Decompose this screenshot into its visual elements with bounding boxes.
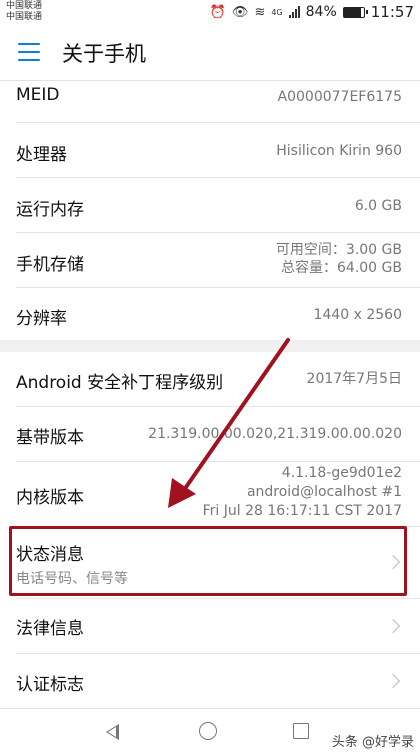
processor-value: Hisilicon Kirin 960 xyxy=(276,143,402,159)
chevron-right-icon xyxy=(385,618,401,634)
ram-label: 运行内存 xyxy=(16,200,84,220)
app-bar: 关于手机 xyxy=(0,24,420,81)
resolution-value: 1440 x 2560 xyxy=(313,307,402,323)
baseband-label: 基带版本 xyxy=(16,428,84,448)
certification-label: 认证标志 xyxy=(16,675,84,695)
clock: 11:57 xyxy=(370,3,414,21)
chevron-right-icon xyxy=(385,554,401,570)
security-patch-value: 2017年7月5日 xyxy=(306,371,402,387)
storage-total: 总容量：64.00 GB xyxy=(281,260,402,276)
carrier-names: 中国联通 中国联通 xyxy=(6,1,42,23)
legal-info-item[interactable]: 法律信息 xyxy=(0,599,420,653)
divider xyxy=(16,526,420,527)
info-row-baseband: 基带版本 21.319.00.00.020,21.319.00.00.020 xyxy=(0,407,420,461)
kernel-line-3: Fri Jul 28 16:17:11 CST 2017 xyxy=(202,503,402,519)
back-icon[interactable] xyxy=(106,724,119,740)
home-icon[interactable] xyxy=(199,722,217,740)
battery-icon xyxy=(342,6,368,18)
wifi-icon: ≋ xyxy=(254,4,266,20)
watermark-text: 头条 @好学录 xyxy=(331,735,414,750)
hamburger-menu-icon[interactable] xyxy=(18,43,40,61)
storage-label: 手机存储 xyxy=(16,255,84,275)
alarm-icon: ⏰ xyxy=(209,4,226,20)
storage-value: 可用空间：3.00 GB 总容量：64.00 GB xyxy=(276,241,402,277)
status-icons: ⏰ 👁 ≋ 4G 84% 11:57 xyxy=(210,0,414,24)
kernel-line-1: 4.1.18-ge9d01e2 xyxy=(281,465,402,481)
legal-info-label: 法律信息 xyxy=(16,619,84,639)
carrier-1: 中国联通 xyxy=(6,1,43,11)
status-info-sublabel: 电话号码、信号等 xyxy=(16,571,128,587)
processor-label: 处理器 xyxy=(16,145,67,165)
meid-value: A0000077EF6175 xyxy=(277,89,402,105)
meid-label: MEID xyxy=(16,85,60,105)
network-type: 4G xyxy=(271,7,283,17)
resolution-label: 分辨率 xyxy=(16,309,67,329)
status-info-item[interactable]: 状态消息 电话号码、信号等 xyxy=(0,528,420,594)
info-row-ram: 运行内存 6.0 GB xyxy=(0,178,420,232)
page-title: 关于手机 xyxy=(62,42,146,66)
eye-icon: 👁 xyxy=(231,4,249,20)
info-row-storage: 手机存储 可用空间：3.00 GB 总容量：64.00 GB xyxy=(0,233,420,287)
ram-value: 6.0 GB xyxy=(354,198,402,214)
certification-item[interactable]: 认证标志 xyxy=(0,654,420,708)
device-info-card: MEID A0000077EF6175 处理器 Hisilicon Kirin … xyxy=(0,81,420,340)
software-info-card: Android 安全补丁程序级别 2017年7月5日 基带版本 21.319.0… xyxy=(0,352,420,708)
signal-icon xyxy=(288,6,300,18)
carrier-2: 中国联通 xyxy=(6,12,43,22)
navigation-bar: 头条 @好学录 xyxy=(0,708,420,755)
info-row-security-patch: Android 安全补丁程序级别 2017年7月5日 xyxy=(0,352,420,406)
kernel-label: 内核版本 xyxy=(16,488,84,508)
baseband-value: 21.319.00.00.020,21.319.00.00.020 xyxy=(148,426,402,442)
battery-percent: 84% xyxy=(305,4,337,20)
info-row-kernel: 内核版本 4.1.18-ge9d01e2 android@localhost #… xyxy=(0,462,420,526)
storage-available: 可用空间：3.00 GB xyxy=(275,242,402,258)
info-row-processor: 处理器 Hisilicon Kirin 960 xyxy=(0,123,420,177)
info-row-resolution: 分辨率 1440 x 2560 xyxy=(0,288,420,340)
status-info-label: 状态消息 xyxy=(16,545,84,565)
kernel-line-2: android@localhost #1 xyxy=(246,484,402,500)
info-row-meid: MEID A0000077EF6175 xyxy=(0,81,420,115)
chevron-right-icon xyxy=(385,673,401,689)
kernel-value: 4.1.18-ge9d01e2 android@localhost #1 Fri… xyxy=(203,464,402,521)
status-bar: 中国联通 中国联通 ⏰ 👁 ≋ 4G 84% 11:57 xyxy=(0,0,420,24)
security-patch-label: Android 安全补丁程序级别 xyxy=(16,373,224,393)
recent-apps-icon[interactable] xyxy=(293,723,309,739)
